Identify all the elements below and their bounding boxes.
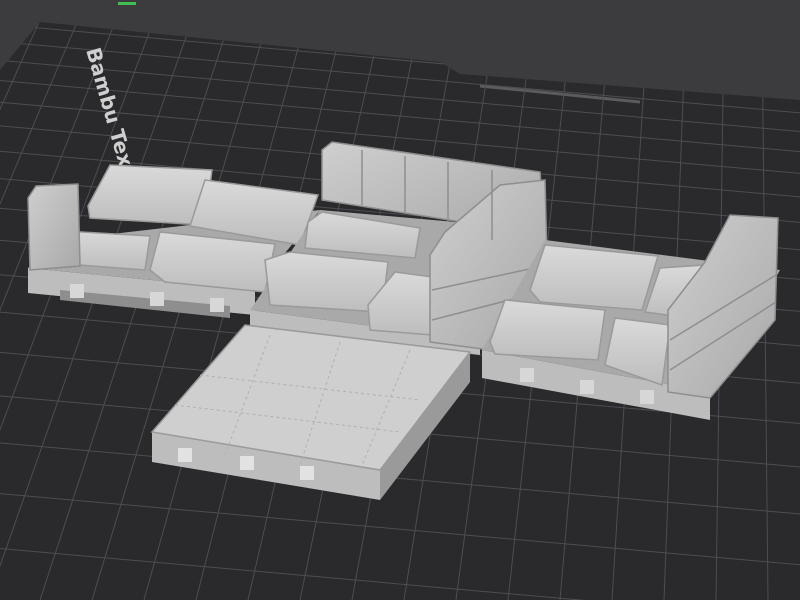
- status-indicator: [118, 2, 136, 5]
- viewport-canvas[interactable]: Bambu Textu: [0, 0, 800, 600]
- 3d-viewport[interactable]: Bambu Textu: [0, 0, 800, 600]
